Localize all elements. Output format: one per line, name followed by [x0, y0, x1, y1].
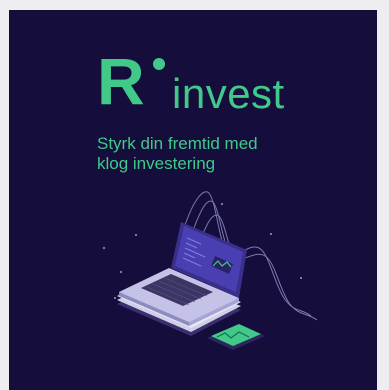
brand-logo: R invest	[97, 48, 297, 128]
hero-card: R invest Styrk din fremtid med klog inve…	[9, 10, 377, 390]
tagline-line-1: Styrk din fremtid med	[97, 134, 258, 153]
logo-letter: R	[97, 44, 145, 118]
green-card-icon	[207, 324, 265, 350]
tagline-line-2: klog investering	[97, 154, 216, 173]
tagline: Styrk din fremtid med klog investering	[97, 134, 347, 174]
logo-dot-icon	[153, 58, 165, 70]
logo-wordmark: invest	[172, 70, 285, 117]
laptop-with-charts-illustration	[103, 191, 318, 350]
